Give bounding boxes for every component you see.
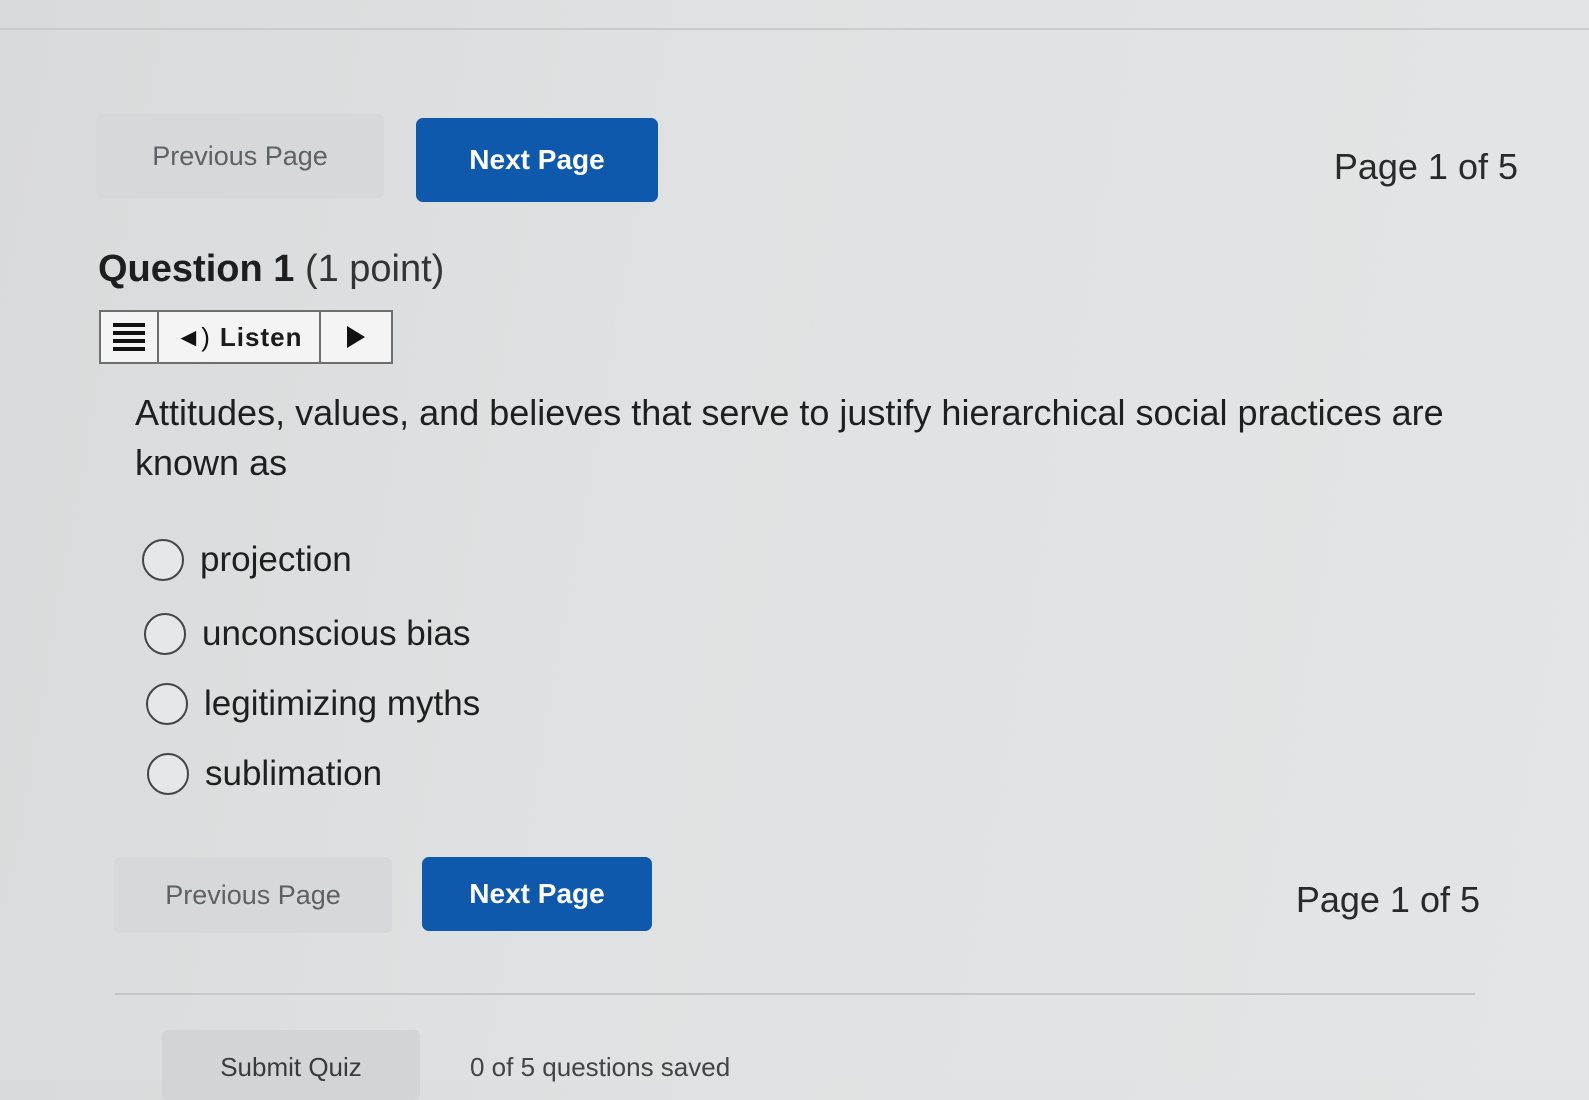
top-divider (0, 28, 1589, 30)
radio-button[interactable] (144, 613, 186, 655)
play-icon (347, 326, 365, 348)
answer-option[interactable]: sublimation (147, 750, 480, 798)
answer-option-label: unconscious bias (202, 614, 471, 653)
answer-option[interactable]: projection (142, 536, 480, 584)
answer-option[interactable]: unconscious bias (144, 610, 480, 658)
answer-option[interactable]: legitimizing myths (146, 680, 480, 728)
listen-play-button[interactable] (321, 312, 391, 362)
submit-quiz-button[interactable]: Submit Quiz (162, 1030, 420, 1100)
listen-menu-button[interactable] (101, 312, 159, 362)
radio-button[interactable] (147, 753, 189, 795)
speaker-icon: ◄) (175, 322, 210, 352)
page-indicator-top: Page 1 of 5 (1333, 146, 1518, 187)
top-page-navigation: Previous Page Next Page Page 1 of 5 (96, 114, 1526, 204)
question-title: Question 1 (1 point) (98, 248, 444, 291)
previous-page-button-top[interactable]: Previous Page (96, 114, 384, 198)
question-points: (1 point) (304, 248, 445, 290)
saved-status-text: 0 of 5 questions saved (470, 1052, 731, 1082)
radio-button[interactable] (142, 539, 184, 581)
answer-option-label: sublimation (205, 754, 383, 793)
bottom-page-navigation: Previous Page Next Page Page 1 of 5 (96, 857, 1526, 943)
next-page-button-bottom[interactable]: Next Page (422, 857, 652, 931)
answer-options: projection unconscious bias legitimizing… (142, 536, 480, 798)
listen-button[interactable]: ◄) Listen (159, 312, 321, 362)
hamburger-menu-icon (113, 319, 145, 355)
answer-option-label: legitimizing myths (204, 684, 481, 723)
listen-toolbar: ◄) Listen (99, 310, 393, 364)
question-number: Question 1 (98, 248, 295, 290)
listen-label: Listen (219, 321, 303, 352)
radio-button[interactable] (146, 683, 188, 725)
question-text: Attitudes, values, and believes that ser… (135, 392, 1444, 483)
next-page-button-top[interactable]: Next Page (416, 118, 658, 202)
answer-option-label: projection (200, 540, 352, 579)
bottom-divider (115, 993, 1475, 995)
page-indicator-bottom: Page 1 of 5 (1295, 879, 1480, 920)
previous-page-button-bottom[interactable]: Previous Page (114, 857, 392, 933)
